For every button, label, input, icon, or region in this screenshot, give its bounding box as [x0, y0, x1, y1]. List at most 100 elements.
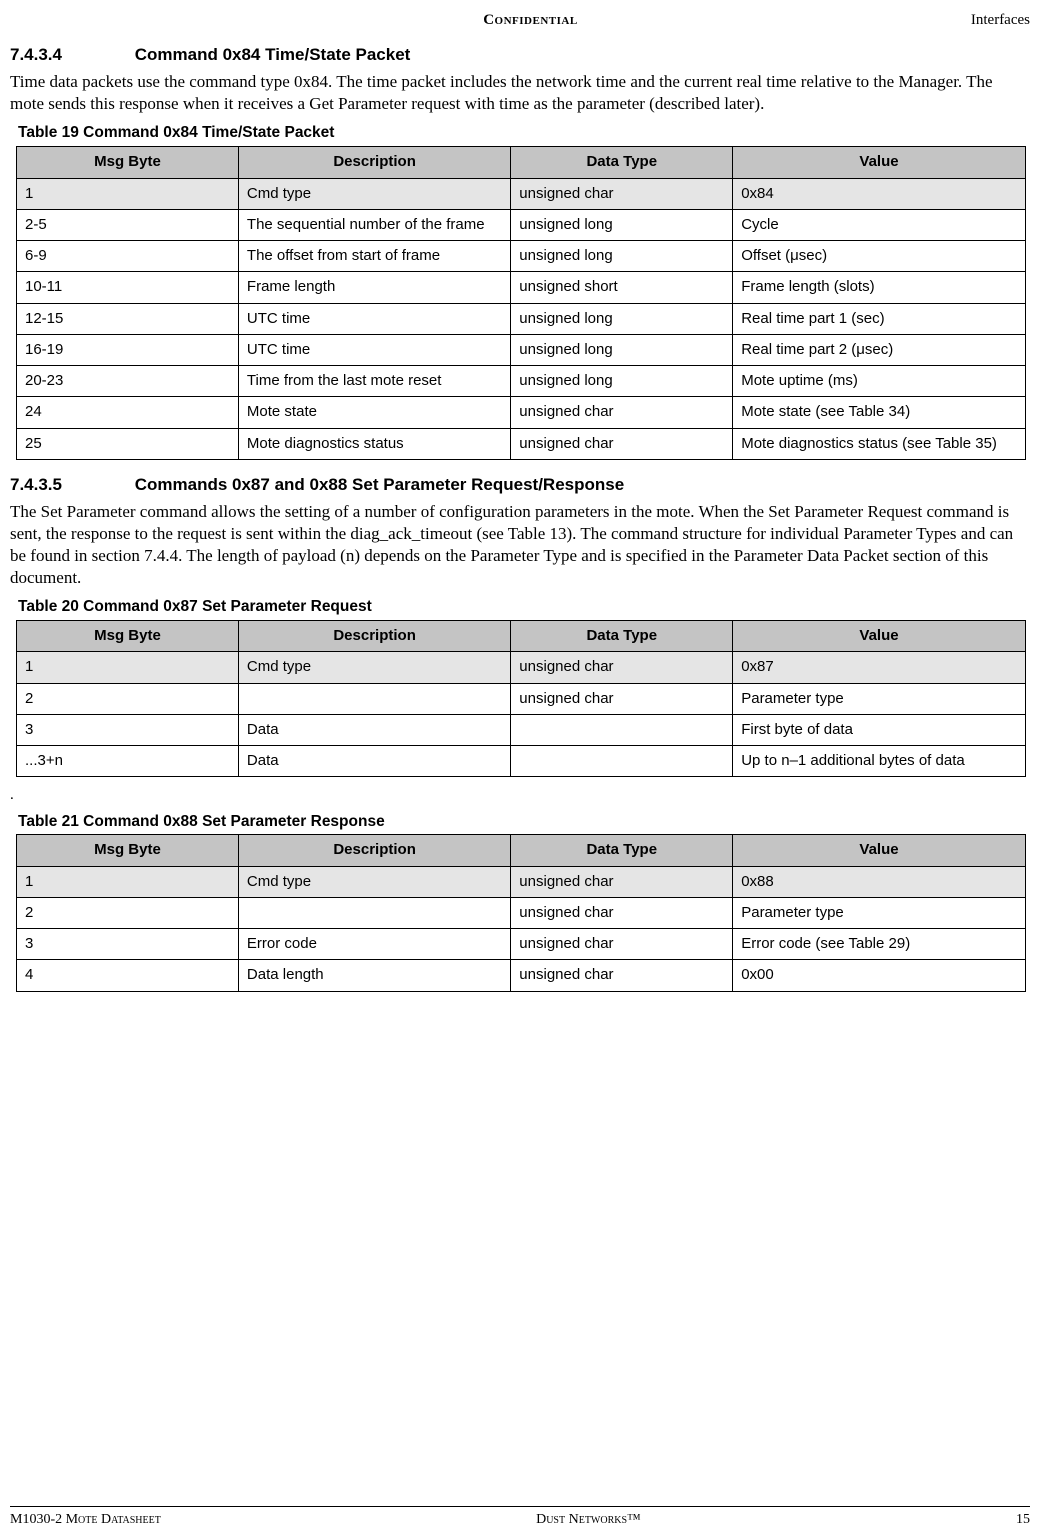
table-cell: unsigned char: [511, 683, 733, 714]
header-center: Confidential: [90, 10, 971, 30]
footer-rule: [10, 1506, 1030, 1507]
table-cell: First byte of data: [733, 714, 1026, 745]
col-header: Description: [238, 621, 510, 652]
table-cell: Mote diagnostics status: [238, 428, 510, 459]
table-cell: Time from the last mote reset: [238, 366, 510, 397]
table-cell: Mote state: [238, 397, 510, 428]
table-cell: unsigned char: [511, 866, 733, 897]
col-header: Msg Byte: [17, 835, 239, 866]
table-cell: Mote diagnostics status (see Table 35): [733, 428, 1026, 459]
table-cell: Error code: [238, 929, 510, 960]
table-cell: 2: [17, 897, 239, 928]
table-cell: Parameter type: [733, 683, 1026, 714]
table-cell: unsigned long: [511, 303, 733, 334]
table-row: 1Cmd typeunsigned char0x88: [17, 866, 1026, 897]
table-cell: 4: [17, 960, 239, 991]
table-cell: 0x87: [733, 652, 1026, 683]
table-cell: 0x88: [733, 866, 1026, 897]
table-cell: Cycle: [733, 209, 1026, 240]
table-row: 16-19UTC timeunsigned longReal time part…: [17, 334, 1026, 365]
col-header: Value: [733, 835, 1026, 866]
section-title: Commands 0x87 and 0x88 Set Parameter Req…: [135, 475, 624, 494]
table-cell: unsigned short: [511, 272, 733, 303]
table-cell: unsigned long: [511, 209, 733, 240]
table-row: ...3+nData Up to n–1 additional bytes of …: [17, 746, 1026, 777]
table-cell: 1: [17, 652, 239, 683]
table-row: 1Cmd typeunsigned char0x87: [17, 652, 1026, 683]
table-cell: ...3+n: [17, 746, 239, 777]
table-row: 24Mote stateunsigned charMote state (see…: [17, 397, 1026, 428]
table-cell: Offset (μsec): [733, 241, 1026, 272]
table-row: 10-11Frame lengthunsigned shortFrame len…: [17, 272, 1026, 303]
table-cell: 3: [17, 714, 239, 745]
table-cell: 0x00: [733, 960, 1026, 991]
table-cell: unsigned char: [511, 929, 733, 960]
table-header-row: Msg Byte Description Data Type Value: [17, 835, 1026, 866]
table-cell: 1: [17, 178, 239, 209]
footer-center: Dust Networks™: [161, 1511, 1016, 1530]
table-cell: Frame length: [238, 272, 510, 303]
col-header: Msg Byte: [17, 147, 239, 178]
col-header: Data Type: [511, 621, 733, 652]
table-cell: Data: [238, 714, 510, 745]
table-21-body: 1Cmd typeunsigned char0x882unsigned char…: [17, 866, 1026, 991]
section-paragraph: Time data packets use the command type 0…: [10, 71, 1030, 115]
table-header-row: Msg Byte Description Data Type Value: [17, 147, 1026, 178]
table-19-body: 1Cmd typeunsigned char0x842-5The sequent…: [17, 178, 1026, 459]
table-cell: Parameter type: [733, 897, 1026, 928]
table-row: 25Mote diagnostics statusunsigned charMo…: [17, 428, 1026, 459]
table-cell: [238, 897, 510, 928]
table-cell: unsigned char: [511, 960, 733, 991]
table-cell: 20-23: [17, 366, 239, 397]
table-21-caption: Table 21 Command 0x88 Set Parameter Resp…: [18, 812, 1030, 833]
table-cell: Data: [238, 746, 510, 777]
table-row: 6-9The offset from start of frameunsigne…: [17, 241, 1026, 272]
col-header: Data Type: [511, 147, 733, 178]
table-cell: [511, 714, 733, 745]
page-footer: M1030-2 Mote Datasheet Dust Networks™ 15: [0, 1506, 1050, 1540]
table-cell: Real time part 1 (sec): [733, 303, 1026, 334]
table-cell: Cmd type: [238, 866, 510, 897]
table-cell: 16-19: [17, 334, 239, 365]
table-cell: Mote uptime (ms): [733, 366, 1026, 397]
table-cell: The offset from start of frame: [238, 241, 510, 272]
table-cell: 24: [17, 397, 239, 428]
table-cell: 12-15: [17, 303, 239, 334]
table-cell: 2: [17, 683, 239, 714]
header-right: Interfaces: [971, 10, 1030, 30]
table-cell: 2-5: [17, 209, 239, 240]
section-heading-7-4-3-4: 7.4.3.4 Command 0x84 Time/State Packet: [10, 44, 1030, 67]
table-20-caption: Table 20 Command 0x87 Set Parameter Requ…: [18, 597, 1030, 618]
col-header: Msg Byte: [17, 621, 239, 652]
table-cell: 3: [17, 929, 239, 960]
table-21: Msg Byte Description Data Type Value 1Cm…: [16, 834, 1026, 991]
col-header: Description: [238, 147, 510, 178]
table-cell: 1: [17, 866, 239, 897]
section-heading-7-4-3-5: 7.4.3.5 Commands 0x87 and 0x88 Set Param…: [10, 474, 1030, 497]
table-row: 20-23Time from the last mote resetunsign…: [17, 366, 1026, 397]
table-cell: Up to n–1 additional bytes of data: [733, 746, 1026, 777]
table-20: Msg Byte Description Data Type Value 1Cm…: [16, 620, 1026, 777]
table-cell: Real time part 2 (μsec): [733, 334, 1026, 365]
table-cell: unsigned char: [511, 397, 733, 428]
table-row: 3Error codeunsigned charError code (see …: [17, 929, 1026, 960]
table-19: Msg Byte Description Data Type Value 1Cm…: [16, 146, 1026, 460]
table-cell: Mote state (see Table 34): [733, 397, 1026, 428]
table-cell: unsigned char: [511, 897, 733, 928]
section-paragraph: The Set Parameter command allows the set…: [10, 501, 1030, 589]
page-header: Confidential Interfaces: [10, 10, 1030, 30]
table-cell: [511, 746, 733, 777]
table-cell: UTC time: [238, 303, 510, 334]
table-cell: unsigned long: [511, 241, 733, 272]
table-cell: unsigned long: [511, 334, 733, 365]
table-cell: 6-9: [17, 241, 239, 272]
table-cell: unsigned char: [511, 428, 733, 459]
footer-left: M1030-2 Mote Datasheet: [10, 1511, 161, 1530]
table-row: 3Data First byte of data: [17, 714, 1026, 745]
table-cell: The sequential number of the frame: [238, 209, 510, 240]
table-20-body: 1Cmd typeunsigned char0x872 unsigned char…: [17, 652, 1026, 777]
col-header: Value: [733, 621, 1026, 652]
section-number: 7.4.3.5: [10, 474, 130, 497]
table-row: 4Data lengthunsigned char0x00: [17, 960, 1026, 991]
table-header-row: Msg Byte Description Data Type Value: [17, 621, 1026, 652]
